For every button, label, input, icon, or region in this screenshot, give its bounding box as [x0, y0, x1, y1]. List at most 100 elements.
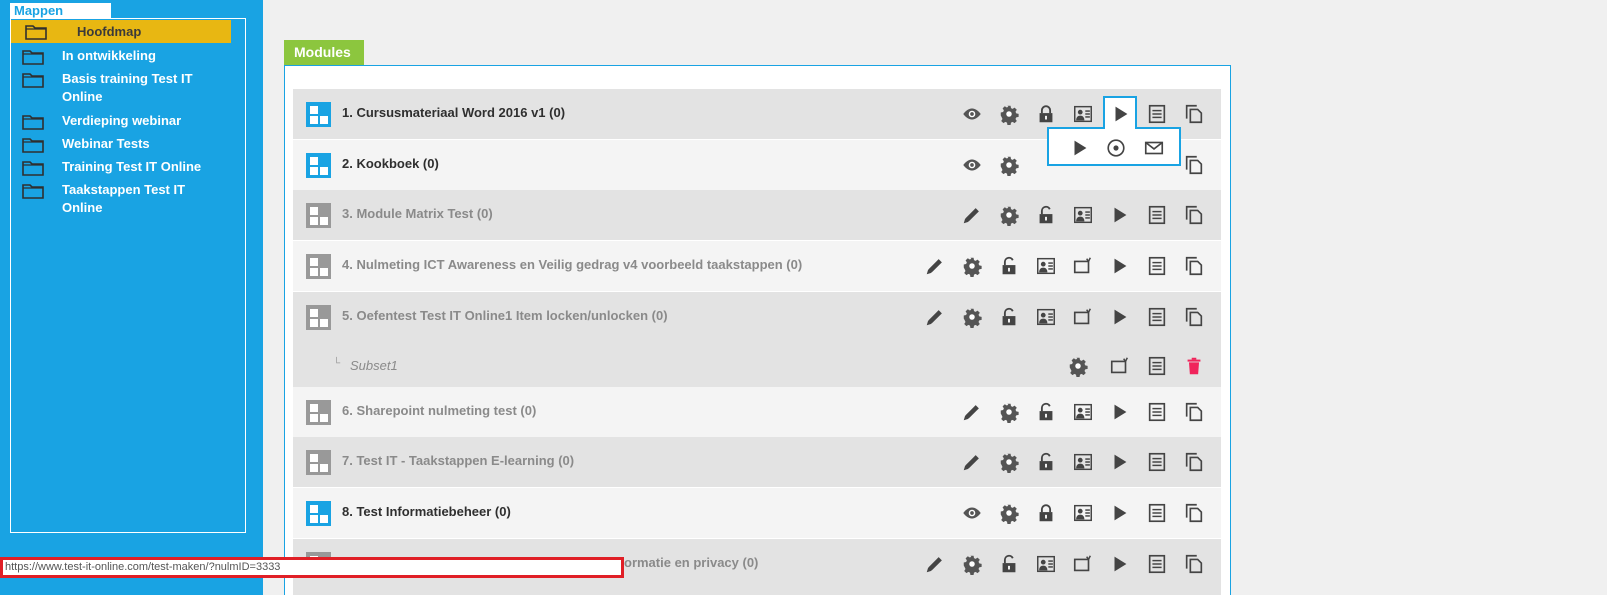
copy-icon[interactable]: [1181, 254, 1207, 278]
module-row[interactable]: 3. Module Matrix Test (0): [293, 190, 1221, 240]
module-title[interactable]: 5. Oefentest Test IT Online1 Item locken…: [342, 308, 668, 323]
module-title[interactable]: ormatie en privacy (0): [624, 555, 758, 570]
user-card-icon[interactable]: [1070, 501, 1096, 525]
copy-icon[interactable]: [1181, 552, 1207, 576]
gear-icon[interactable]: [996, 400, 1022, 424]
module-title[interactable]: 8. Test Informatiebeheer (0): [342, 504, 511, 519]
unlock-icon[interactable]: [1033, 400, 1059, 424]
module-icon: [306, 203, 331, 228]
copy-icon[interactable]: [1181, 400, 1207, 424]
pencil-icon[interactable]: [922, 552, 948, 576]
copy-icon[interactable]: [1181, 305, 1207, 329]
folder-label: Training Test IT Online: [62, 159, 202, 174]
play-icon[interactable]: [1067, 136, 1093, 160]
unlock-icon[interactable]: [996, 254, 1022, 278]
copy-icon[interactable]: [1181, 153, 1207, 177]
user-card-icon[interactable]: [1070, 102, 1096, 126]
user-card-icon[interactable]: [1070, 400, 1096, 424]
gear-icon[interactable]: [959, 552, 985, 576]
play-icon[interactable]: [1107, 400, 1133, 424]
gear-icon[interactable]: [996, 501, 1022, 525]
gear-icon[interactable]: [996, 450, 1022, 474]
play-button-active[interactable]: [1103, 96, 1137, 129]
folder-item-training-test-it-online[interactable]: Training Test IT Online: [22, 158, 212, 176]
eye-icon[interactable]: [959, 153, 985, 177]
screen-icon[interactable]: [1107, 354, 1133, 378]
module-title[interactable]: 7. Test IT - Taakstappen E-learning (0): [342, 453, 574, 468]
play-icon[interactable]: [1107, 552, 1133, 576]
play-icon[interactable]: [1107, 305, 1133, 329]
user-card-icon[interactable]: [1033, 305, 1059, 329]
unlock-icon[interactable]: [1033, 450, 1059, 474]
user-card-icon[interactable]: [1033, 552, 1059, 576]
trash-icon[interactable]: [1181, 354, 1207, 378]
list-icon[interactable]: [1144, 450, 1170, 474]
copy-icon[interactable]: [1181, 501, 1207, 525]
play-icon[interactable]: [1107, 203, 1133, 227]
list-icon[interactable]: [1144, 305, 1170, 329]
user-card-icon[interactable]: [1070, 203, 1096, 227]
play-icon[interactable]: [1108, 102, 1134, 126]
module-row[interactable]: 6. Sharepoint nulmeting test (0): [293, 387, 1221, 437]
list-icon[interactable]: [1144, 254, 1170, 278]
gear-icon[interactable]: [996, 203, 1022, 227]
subset-title[interactable]: Subset1: [350, 358, 398, 373]
list-icon[interactable]: [1144, 203, 1170, 227]
folder-item-verdieping-webinar[interactable]: Verdieping webinar: [22, 112, 212, 130]
pencil-icon[interactable]: [959, 203, 985, 227]
unlock-icon[interactable]: [996, 552, 1022, 576]
folder-item-basis-training[interactable]: Basis training Test IT Online: [22, 70, 212, 106]
play-icon[interactable]: [1107, 254, 1133, 278]
pencil-icon[interactable]: [959, 400, 985, 424]
folder-item-hoofdmap[interactable]: Hoofdmap: [11, 20, 231, 43]
copy-icon[interactable]: [1181, 450, 1207, 474]
gear-icon[interactable]: [996, 153, 1022, 177]
sidebar-tab-mappen[interactable]: Mappen: [10, 3, 111, 19]
gear-icon[interactable]: [1065, 354, 1091, 378]
screen-icon[interactable]: [1070, 552, 1096, 576]
screen-icon[interactable]: [1070, 254, 1096, 278]
module-title[interactable]: 3. Module Matrix Test (0): [342, 206, 493, 221]
pencil-icon[interactable]: [922, 254, 948, 278]
copy-icon[interactable]: [1181, 203, 1207, 227]
user-card-icon[interactable]: [1070, 450, 1096, 474]
module-row[interactable]: 4. Nulmeting ICT Awareness en Veilig ged…: [293, 241, 1221, 291]
module-title[interactable]: 4. Nulmeting ICT Awareness en Veilig ged…: [342, 257, 802, 272]
module-icon: [306, 501, 331, 526]
list-icon[interactable]: [1144, 552, 1170, 576]
unlock-icon[interactable]: [996, 305, 1022, 329]
folder-item-webinar-tests[interactable]: Webinar Tests: [22, 135, 212, 153]
module-icon: [306, 450, 331, 475]
folder-item-taakstappen-test-it-online[interactable]: Taakstappen Test IT Online: [22, 181, 212, 217]
gear-icon[interactable]: [959, 254, 985, 278]
lock-icon[interactable]: [1033, 501, 1059, 525]
folder-item-in-ontwikkeling[interactable]: In ontwikkeling: [22, 47, 212, 65]
disc-icon[interactable]: [1103, 136, 1129, 160]
list-icon[interactable]: [1144, 501, 1170, 525]
gear-icon[interactable]: [959, 305, 985, 329]
play-icon[interactable]: [1107, 501, 1133, 525]
unlock-icon[interactable]: [1033, 203, 1059, 227]
mail-icon[interactable]: [1141, 136, 1167, 160]
list-icon[interactable]: [1144, 400, 1170, 424]
list-icon[interactable]: [1144, 102, 1170, 126]
pencil-icon[interactable]: [959, 450, 985, 474]
copy-icon[interactable]: [1181, 102, 1207, 126]
module-title[interactable]: 6. Sharepoint nulmeting test (0): [342, 403, 536, 418]
pencil-icon[interactable]: [922, 305, 948, 329]
module-title[interactable]: 1. Cursusmateriaal Word 2016 v1 (0): [342, 105, 565, 120]
module-row[interactable]: 5. Oefentest Test IT Online1 Item locken…: [293, 292, 1221, 342]
screen-icon[interactable]: [1070, 305, 1096, 329]
list-icon[interactable]: [1144, 354, 1170, 378]
tab-modules[interactable]: Modules: [284, 40, 364, 65]
play-icon[interactable]: [1107, 450, 1133, 474]
module-row[interactable]: 8. Test Informatiebeheer (0): [293, 488, 1221, 538]
user-card-icon[interactable]: [1033, 254, 1059, 278]
eye-icon[interactable]: [959, 501, 985, 525]
eye-icon[interactable]: [959, 102, 985, 126]
module-title[interactable]: 2. Kookboek (0): [342, 156, 439, 171]
gear-icon[interactable]: [996, 102, 1022, 126]
module-row[interactable]: 7. Test IT - Taakstappen E-learning (0): [293, 437, 1221, 487]
lock-icon[interactable]: [1033, 102, 1059, 126]
subset-row[interactable]: └ Subset1: [293, 342, 1221, 387]
